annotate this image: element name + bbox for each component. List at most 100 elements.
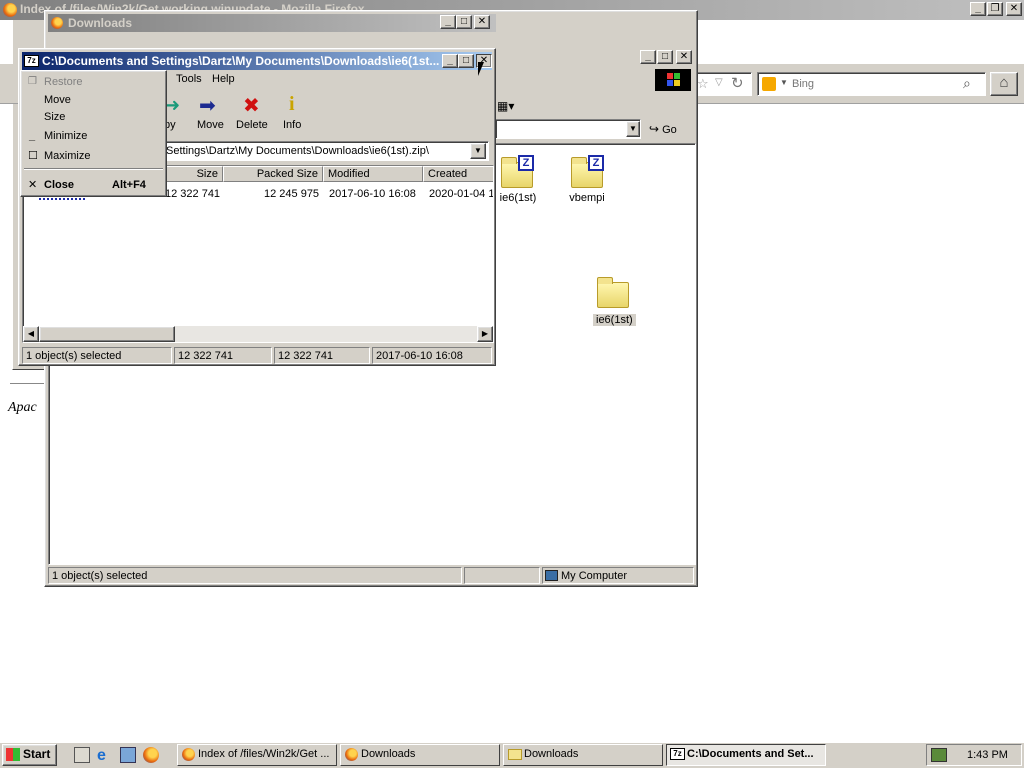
7zip-path-dropdown[interactable]: ▼ [470,143,486,159]
explorer-status-size [464,567,540,584]
explorer-address-dropdown[interactable]: ▼ [626,121,640,137]
menu-item-maximize[interactable]: ☐ Maximize [24,147,164,165]
menu-item-restore[interactable]: ❐ Restore [24,73,164,91]
taskbar-7zip[interactable]: 7z C:\Documents and Set... [666,744,826,766]
views-button[interactable]: ▦▾ [497,97,523,115]
restore-icon: ❐ [28,76,37,87]
bookmark-star-icon[interactable]: ☆ [697,76,709,92]
downloads-back-close[interactable]: ✕ [676,50,692,64]
7zip-path-input[interactable]: Settings\Dartz\My Documents\Downloads\ie… [166,145,429,157]
col-created[interactable]: Created [423,166,493,182]
my-computer-icon [545,570,558,581]
search-box[interactable]: ▼ Bing ⌕ [757,72,986,96]
close-shortcut: Alt+F4 [112,179,146,191]
cell-modified: 2017-06-10 16:08 [329,188,416,200]
firefox-minimize-button[interactable]: _ [970,2,986,16]
maximize-icon: ☐ [28,150,38,162]
cell-created: 2020-01-04 1 [429,188,494,200]
url-bar-end[interactable]: ☆ ▽ ↻ [690,72,752,96]
search-input[interactable]: Bing [792,78,814,90]
firefox-restore-button[interactable]: ❐ [987,2,1003,16]
copy-icon: ➜ [165,95,181,115]
quicklaunch-ie-icon[interactable]: e [97,747,106,765]
scroll-right-button[interactable]: ▶ [477,326,493,342]
bing-engine-icon[interactable] [762,77,776,91]
7zip-minimize-button[interactable]: _ [442,54,458,68]
windows-logo-icon [655,69,691,91]
system-menu: ❐ Restore Move Size _ Minimize ☐ Maximiz… [20,70,167,197]
delete-icon: ✖ [243,95,260,117]
menu-help[interactable]: Help [212,73,235,85]
menu-item-move[interactable]: Move [24,91,164,109]
home-button[interactable]: ⌂ [990,72,1018,96]
col-packed-size[interactable]: Packed Size [223,166,323,182]
toolbar-info[interactable]: i Info [281,93,307,133]
downloads-close-button[interactable]: ✕ [474,15,490,29]
downloads-titlebar[interactable]: Downloads [48,14,496,32]
7zip-title: C:\Documents and Settings\Dartz\My Docum… [42,54,440,68]
7zip-titlebar[interactable]: 7z C:\Documents and Settings\Dartz\My Do… [22,52,492,70]
7zip-archive-icon: Z [518,155,534,171]
minimize-icon: _ [29,130,36,142]
firefox-icon [345,748,358,761]
dropdown-arrow-icon[interactable]: ▽ [715,77,723,88]
cell-packed: 12 245 975 [264,188,320,200]
close-icon: ✕ [28,179,38,191]
firefox-icon [51,17,63,29]
system-tray: 1:43 PM [926,744,1022,766]
start-button[interactable]: Start [2,744,57,766]
folder-label: vbempi [569,192,605,204]
quicklaunch-desktop-icon[interactable] [74,747,90,763]
7zip-status-modified: 2017-06-10 16:08 [372,347,492,364]
clock[interactable]: 1:43 PM [967,749,1008,761]
downloads-maximize-button[interactable]: □ [456,15,472,29]
7zip-maximize-button[interactable]: □ [458,54,474,68]
cell-size: 12 322 741 [165,188,221,200]
reload-icon[interactable]: ↻ [731,74,744,92]
folder-icon [508,749,522,760]
explorer-status-zone: My Computer [542,567,694,584]
downloads-back-maximize[interactable]: □ [657,50,673,64]
folder-item-ie6[interactable]: ie6(1st) [589,274,679,334]
taskbar-downloads-folder[interactable]: Downloads [503,744,663,766]
downloads-back-minimize[interactable]: _ [640,50,656,64]
page-footer-text: Apac [8,400,37,415]
firefox-icon [182,748,195,761]
folder-label: ie6(1st) [593,314,636,326]
engine-dropdown-icon[interactable]: ▼ [780,78,788,87]
7zip-icon: 7z [670,748,685,760]
menu-separator [24,168,163,170]
menu-item-close[interactable]: ✕ Close Alt+F4 [24,176,164,194]
toolbar-delete[interactable]: ✖ Delete [233,93,273,133]
menu-item-size[interactable]: Size [24,108,164,126]
taskbar-downloads-firefox[interactable]: Downloads [340,744,500,766]
scroll-left-button[interactable]: ◀ [23,326,39,342]
explorer-address-combo[interactable] [495,119,641,139]
menu-item-minimize[interactable]: _ Minimize [24,127,164,145]
7zip-icon: 7z [24,55,39,67]
quicklaunch-network-icon[interactable] [120,747,136,763]
7zip-status-selected: 1 object(s) selected [22,347,172,364]
go-arrow-icon: ↪ [649,122,660,136]
page-hr [10,383,46,384]
col-modified[interactable]: Modified [323,166,423,182]
go-label: Go [662,124,677,136]
quicklaunch-firefox-icon[interactable] [143,747,159,763]
firefox-icon [3,3,17,17]
go-button[interactable]: ↪ Go [649,119,691,139]
folder-icon [597,277,629,308]
7zip-path-combo[interactable]: Settings\Dartz\My Documents\Downloads\ie… [161,141,489,161]
downloads-title: Downloads [68,16,133,30]
horizontal-scrollbar[interactable]: ◀ ▶ [23,326,493,342]
scroll-thumb[interactable] [39,326,175,342]
taskbar-firefox[interactable]: Index of /files/Win2k/Get ... [177,744,337,766]
firefox-close-button[interactable]: ✕ [1006,2,1022,16]
toolbar-move[interactable]: ➡ Move [193,93,229,133]
col-size[interactable]: Size [165,166,223,182]
7zip-archive-icon: Z [588,155,604,171]
menu-tools[interactable]: Tools [176,73,202,85]
tray-network-icon[interactable] [931,748,947,762]
downloads-minimize-button[interactable]: _ [440,15,456,29]
search-icon[interactable]: ⌕ [963,75,971,92]
folder-item-vbempi[interactable]: Z vbempi [559,150,639,210]
